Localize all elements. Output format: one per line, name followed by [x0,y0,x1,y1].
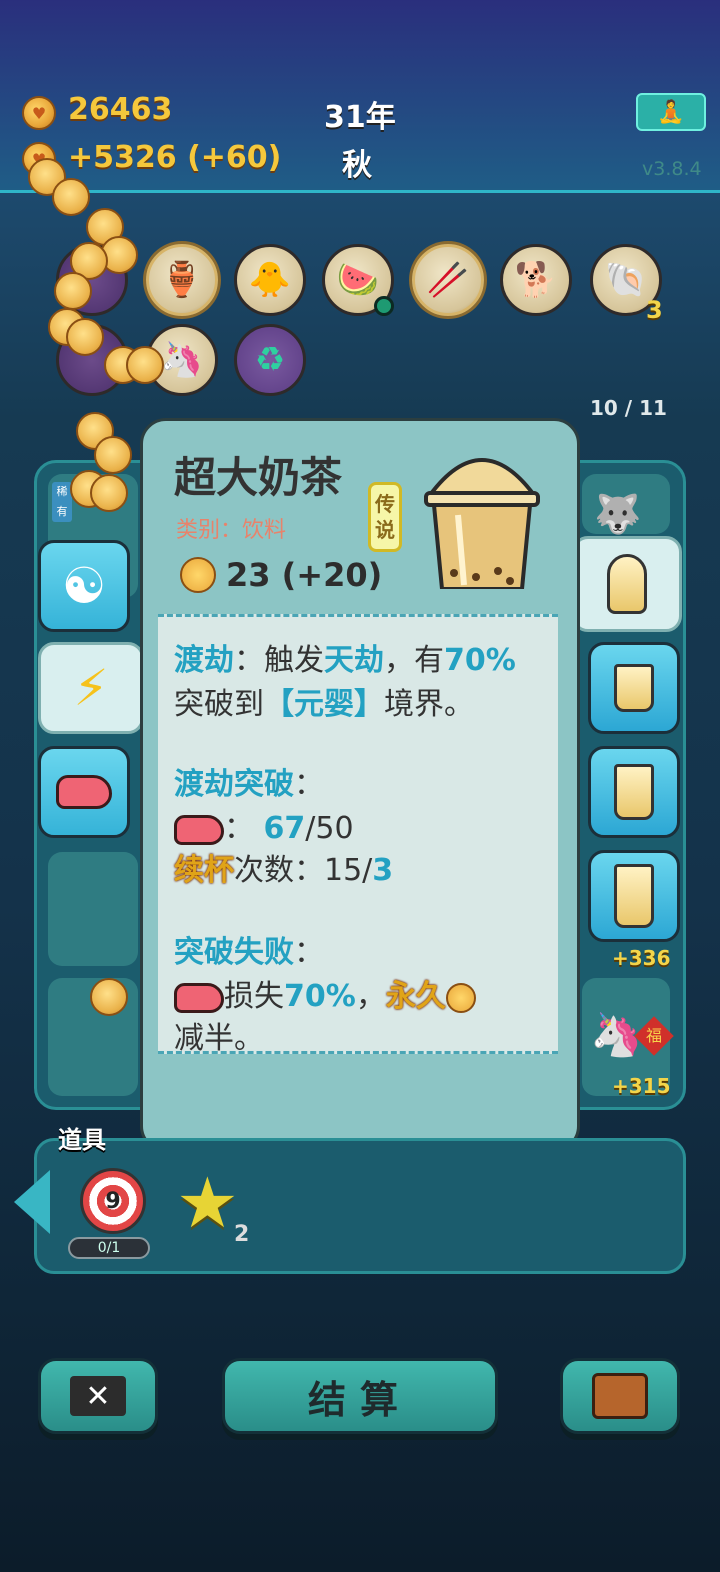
husky-icon: 🐺 [594,492,642,536]
flying-coin-icon [90,474,128,512]
close-button[interactable]: ✕ [38,1358,158,1434]
gold-coin-icon: ♥ [22,96,56,130]
items-label: 道具 [58,1126,106,1154]
slot-score: +336 [612,946,671,970]
page-counter: 10 / 11 [590,396,667,420]
shell-count: 3 [646,296,663,324]
relic-jars[interactable]: 🏺 [146,244,218,316]
cup-tab-small[interactable] [588,642,680,734]
desc-line-5: 续杯次数：15/3 [174,853,394,888]
jars-icon: 🏺 [160,260,204,300]
flying-coin-icon [54,272,92,310]
green-dot-indicator [374,296,394,316]
meditate-button[interactable]: 🧘 [636,93,706,131]
sticks-icon: 🥢 [426,260,470,300]
bag-button[interactable] [560,1358,680,1434]
desc-line-4: ： 67/50 [174,803,354,847]
milk-tea-icon [607,554,647,614]
yinyang-tab[interactable]: ☯ [38,540,130,632]
rarity-tag: 传说 [368,482,402,552]
cup-tab-large[interactable] [588,850,680,942]
gold-amount: 26463 [68,92,173,127]
coin-icon [180,557,216,593]
star-item-count: 2 [234,1222,250,1247]
yinyang-icon: ☯ [61,557,107,615]
item-description: 渡劫：触发天劫，有70% 突破到【元婴】境界。 渡劫突破： ： 67/50 续杯… [158,614,558,1056]
desc-line-1: 渡劫：触发天劫，有70% [174,643,516,678]
target-item-count: 0/1 [68,1237,150,1259]
target-item[interactable]: 9 [80,1168,146,1234]
flying-coin-icon [52,178,90,216]
item-value: 23 (+20) [180,556,382,594]
medium-cup-icon [614,764,654,820]
desc-line-3: 渡劫突破： [174,767,324,802]
lightning-icon: ⚡ [73,659,109,717]
briefcase-icon [592,1373,648,1419]
version-label: v3.8.4 [642,158,702,180]
income-amount: +5326 (+60) [68,140,282,175]
liver-icon [174,814,224,845]
relic-dog[interactable]: 🐕 [500,244,572,316]
chick-icon: 🐥 [248,260,292,300]
shell-icon: 🐚 [604,260,648,300]
flying-coin-icon [126,346,164,384]
coin-icon [445,982,476,1013]
liver-icon [174,982,224,1013]
dog-icon: 🐕 [514,260,558,300]
settle-label: 结算 [307,1377,412,1422]
fruit-icon: 🍉 [336,260,380,300]
large-cup-icon [614,864,654,928]
slot-score: +315 [612,1074,671,1098]
scroll-left-arrow[interactable] [14,1170,50,1234]
cup-tab-selected[interactable] [572,536,682,632]
desc-line-8: 减半。 [174,1021,264,1056]
relic-chick[interactable]: 🐥 [234,244,306,316]
flying-coin-icon [66,318,104,356]
year-label: 31年 [324,100,396,135]
desc-line-6: 突破失败： [174,935,324,970]
cup-tab-medium[interactable] [588,746,680,838]
flying-coin-icon [90,978,128,1016]
flying-coin-icon [94,436,132,474]
meditate-icon: 🧘 [657,99,685,125]
settle-button[interactable]: 结算 [222,1358,498,1434]
recycle-icon: ♻ [254,340,286,380]
desc-line-2: 突破到【元婴】境界。 [174,687,474,722]
item-category: 类别：饮料 [176,518,287,543]
relic-recycle[interactable]: ♻ [234,324,306,396]
desc-line-7: 损失70%，永久 [174,971,476,1015]
item-value-text: 23 (+20) [226,556,383,594]
star-item-icon[interactable]: ★ [176,1168,239,1238]
season-label: 秋 [342,148,372,183]
lightning-tab[interactable]: ⚡ [38,642,144,734]
relic-sticks[interactable]: 🥢 [412,244,484,316]
small-cup-icon [614,664,654,712]
grid-slot[interactable] [48,852,138,966]
item-title: 超大奶茶 [174,453,343,502]
rare-tag: 稀有 [52,482,72,522]
unicorn-icon: 🦄 [160,340,204,380]
milk-tea-image [424,458,540,589]
liver-icon [56,775,112,809]
close-icon: ✕ [70,1376,126,1416]
liver-tab[interactable] [38,746,130,838]
target-number: 9 [105,1188,121,1214]
